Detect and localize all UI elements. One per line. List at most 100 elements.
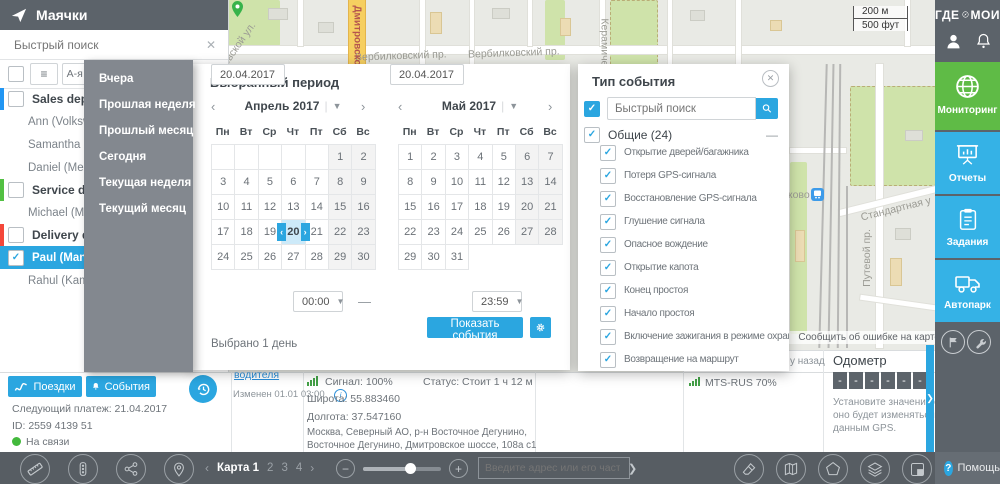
- calendar-day[interactable]: 15: [329, 195, 352, 220]
- calendar-day[interactable]: 10: [446, 170, 469, 195]
- map-page-active[interactable]: Карта 1: [217, 462, 259, 474]
- show-events-button[interactable]: Показать события: [427, 317, 523, 338]
- calendar-day[interactable]: 15: [399, 195, 422, 220]
- prev-month-button[interactable]: ‹: [398, 99, 412, 114]
- calendar-day[interactable]: 31: [446, 245, 469, 270]
- event-checkbox[interactable]: [600, 306, 616, 322]
- calendar-day[interactable]: 24: [212, 245, 235, 270]
- driver-link[interactable]: водителя: [234, 369, 279, 381]
- settings-gear-button[interactable]: [530, 317, 551, 338]
- to-date-input[interactable]: [390, 64, 464, 85]
- calendar-day[interactable]: 23: [422, 220, 445, 245]
- pin-tool-button[interactable]: [164, 454, 194, 484]
- calendar-day[interactable]: 16: [352, 195, 375, 220]
- tab-tasks[interactable]: Задания: [935, 196, 1000, 258]
- map-page[interactable]: 2: [267, 462, 273, 474]
- calendar-day[interactable]: 20: [516, 195, 539, 220]
- select-range-left-icon[interactable]: ‹: [277, 223, 286, 241]
- calendar-day[interactable]: 16: [422, 195, 445, 220]
- calendar-day[interactable]: 6: [516, 145, 539, 170]
- calendar-day[interactable]: 28: [306, 245, 329, 270]
- eraser-tool-button[interactable]: [734, 454, 764, 484]
- calendar-day[interactable]: 11: [235, 195, 258, 220]
- calendar-day[interactable]: 21: [539, 195, 562, 220]
- event-checkbox[interactable]: [600, 352, 616, 368]
- event-checkbox[interactable]: [600, 145, 616, 161]
- event-checkbox[interactable]: [600, 214, 616, 230]
- map-page[interactable]: 3: [281, 462, 287, 474]
- calendar-day[interactable]: 22: [399, 220, 422, 245]
- quick-period-item[interactable]: Прошлая неделя: [84, 92, 193, 118]
- group-checkbox[interactable]: [8, 182, 24, 198]
- quick-period-item[interactable]: Текущий месяц: [84, 196, 193, 222]
- quick-period-item[interactable]: Текущая неделя: [84, 170, 193, 196]
- calendar-day[interactable]: 8: [329, 170, 352, 195]
- attribution-report-link[interactable]: Сообщить об ошибке на карте: [798, 332, 940, 343]
- event-type-item[interactable]: Открытие капота: [578, 256, 789, 279]
- from-time-select[interactable]: 00:00▼: [293, 291, 343, 312]
- calendar-day[interactable]: 5: [493, 145, 516, 170]
- calendar-day[interactable]: 4: [235, 170, 258, 195]
- tab-monitoring[interactable]: Мониторинг: [935, 62, 1000, 130]
- next-month-button[interactable]: ›: [548, 99, 562, 114]
- calendar-day[interactable]: 2: [352, 145, 375, 170]
- ruler-tool-button[interactable]: [20, 454, 50, 484]
- trips-button[interactable]: Поездки: [8, 376, 82, 397]
- month-dropdown-icon[interactable]: ▼: [333, 101, 342, 111]
- calendar-day[interactable]: 8: [399, 170, 422, 195]
- calendar-day[interactable]: 19: [493, 195, 516, 220]
- quick-period-item[interactable]: Прошлый месяц: [84, 118, 193, 144]
- calendar-day[interactable]: 22: [329, 220, 352, 245]
- calendar-day[interactable]: 9: [352, 170, 375, 195]
- event-checkbox[interactable]: [600, 283, 616, 299]
- clear-search-icon[interactable]: ✕: [206, 38, 216, 52]
- event-type-item[interactable]: Глушение сигнала: [578, 210, 789, 233]
- vehicle-checkbox[interactable]: [8, 250, 24, 266]
- next-month-button[interactable]: ›: [361, 99, 375, 114]
- event-checkbox[interactable]: [600, 237, 616, 253]
- event-type-item[interactable]: Потеря GPS-сигнала: [578, 164, 789, 187]
- event-type-item[interactable]: Включение зажигания в режиме охраны: [578, 325, 789, 348]
- geofence-flag-button[interactable]: [941, 330, 965, 354]
- group-checkbox[interactable]: [8, 91, 24, 107]
- tab-fleet[interactable]: Автопарк: [935, 260, 1000, 322]
- search-button[interactable]: [756, 98, 778, 119]
- poi-map-tool-button[interactable]: [776, 454, 806, 484]
- calendar-day[interactable]: 27: [282, 245, 305, 270]
- calendar-day[interactable]: 24: [446, 220, 469, 245]
- calendar-day[interactable]: 7: [306, 170, 329, 195]
- event-checkbox[interactable]: [600, 191, 616, 207]
- month-dropdown-icon[interactable]: ▼: [509, 101, 518, 111]
- calendar-day[interactable]: 18: [469, 195, 492, 220]
- collapse-icon[interactable]: —: [766, 128, 778, 142]
- event-type-item[interactable]: Возвращение на маршрут: [578, 348, 789, 371]
- calendar-day[interactable]: 1: [329, 145, 352, 170]
- calendar-day[interactable]: 12: [259, 195, 282, 220]
- calendar-day[interactable]: 14: [539, 170, 562, 195]
- calendar-day[interactable]: 2: [422, 145, 445, 170]
- zoom-in-icon[interactable]: +: [449, 459, 468, 478]
- settings-wrench-button[interactable]: [967, 330, 991, 354]
- address-input[interactable]: [479, 461, 622, 475]
- beacons-search-input[interactable]: [12, 37, 196, 53]
- calendar-day[interactable]: 3: [446, 145, 469, 170]
- calendar-day[interactable]: 30: [422, 245, 445, 270]
- history-button[interactable]: [189, 375, 217, 403]
- prev-map-button[interactable]: ‹: [205, 461, 209, 475]
- calendar-day[interactable]: 23: [352, 220, 375, 245]
- zoom-out-icon[interactable]: −: [336, 459, 355, 478]
- help-section[interactable]: ? Помощь: [935, 452, 1000, 484]
- event-checkbox[interactable]: [600, 168, 616, 184]
- calendar-day[interactable]: 13: [282, 195, 305, 220]
- calendar-day[interactable]: 25: [469, 220, 492, 245]
- event-type-item[interactable]: Начало простоя: [578, 302, 789, 325]
- share-tool-button[interactable]: [116, 454, 146, 484]
- close-icon[interactable]: ✕: [762, 70, 779, 87]
- calendar-day[interactable]: 1: [399, 145, 422, 170]
- to-time-select[interactable]: 23:59▼: [472, 291, 522, 312]
- calendar-day[interactable]: 13: [516, 170, 539, 195]
- event-type-item[interactable]: Восстановление GPS-сигнала: [578, 187, 789, 210]
- quick-period-item[interactable]: Вчера: [84, 66, 193, 92]
- event-search-input[interactable]: [607, 97, 756, 120]
- zoom-slider[interactable]: [363, 467, 441, 471]
